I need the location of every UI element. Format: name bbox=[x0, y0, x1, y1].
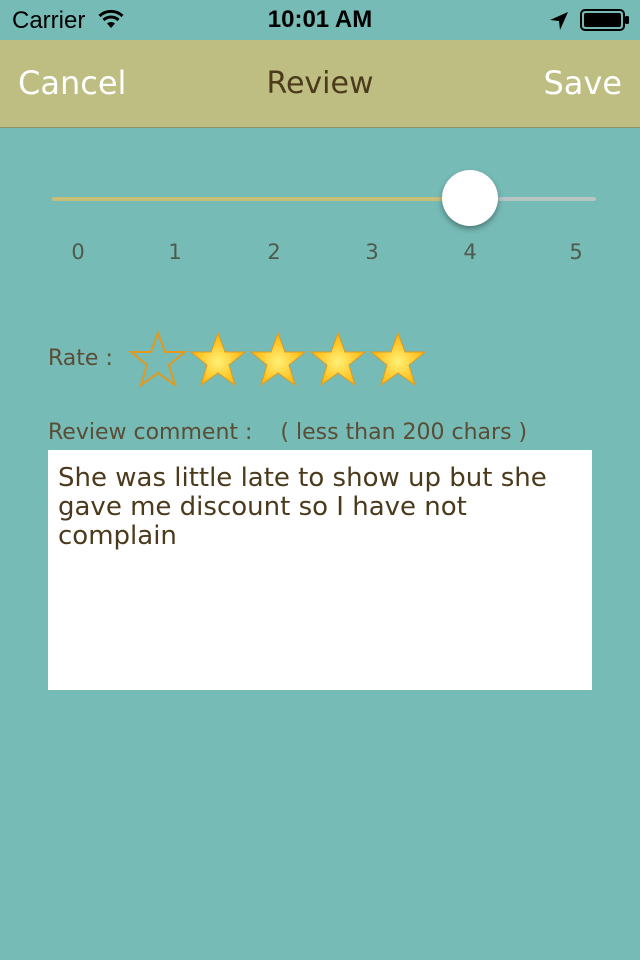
star-filled-icon[interactable] bbox=[248, 330, 308, 390]
star-filled-icon[interactable] bbox=[368, 330, 428, 390]
star-empty-icon[interactable] bbox=[128, 330, 188, 390]
status-time: 10:01 AM bbox=[267, 6, 373, 33]
battery-icon bbox=[580, 9, 629, 31]
review-comment-textarea[interactable]: She was little late to show up but she g… bbox=[48, 450, 592, 690]
slider-tick-5: 5 bbox=[569, 240, 583, 264]
review-comment-label: Review comment : ( less than 200 chars ) bbox=[48, 420, 528, 445]
save-button[interactable]: Save bbox=[543, 64, 622, 102]
status-bar: Carrier 10:01 AM bbox=[0, 0, 640, 40]
slider-tick-4: 4 bbox=[463, 240, 477, 264]
slider-track-filled bbox=[52, 197, 470, 201]
slider-tick-3: 3 bbox=[365, 240, 379, 264]
rate-label: Rate : bbox=[48, 346, 113, 371]
navigation-bar: Cancel Review Save bbox=[0, 40, 640, 128]
slider-tick-1: 1 bbox=[168, 240, 182, 264]
slider-tick-0: 0 bbox=[71, 240, 85, 264]
slider-tick-2: 2 bbox=[267, 240, 281, 264]
star-filled-icon[interactable] bbox=[188, 330, 248, 390]
slider-thumb[interactable] bbox=[442, 170, 498, 226]
location-icon bbox=[550, 12, 568, 30]
rating-slider[interactable] bbox=[52, 170, 596, 230]
star-filled-icon[interactable] bbox=[308, 330, 368, 390]
